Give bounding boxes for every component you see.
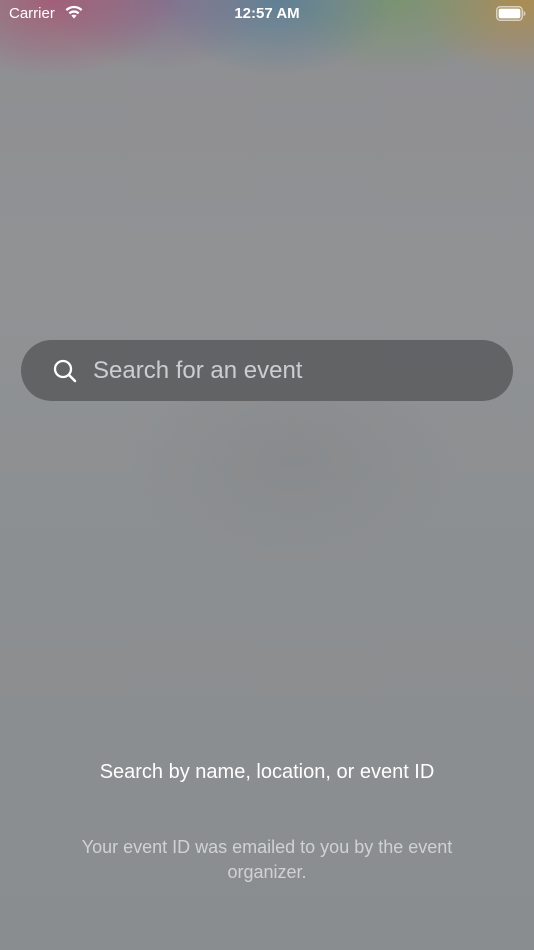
- status-bar: Carrier 12:57 AM: [0, 0, 534, 28]
- search-hint-title: Search by name, location, or event ID: [99, 761, 435, 783]
- search-input[interactable]: [93, 340, 493, 401]
- battery-icon: [496, 6, 526, 21]
- status-time: 12:57 AM: [234, 5, 300, 22]
- search-hint-subtitle: Your event ID was emailed to you by the …: [81, 837, 453, 882]
- search-icon: [53, 359, 77, 383]
- search-bar[interactable]: [21, 340, 513, 401]
- background-blur: [0, 0, 534, 950]
